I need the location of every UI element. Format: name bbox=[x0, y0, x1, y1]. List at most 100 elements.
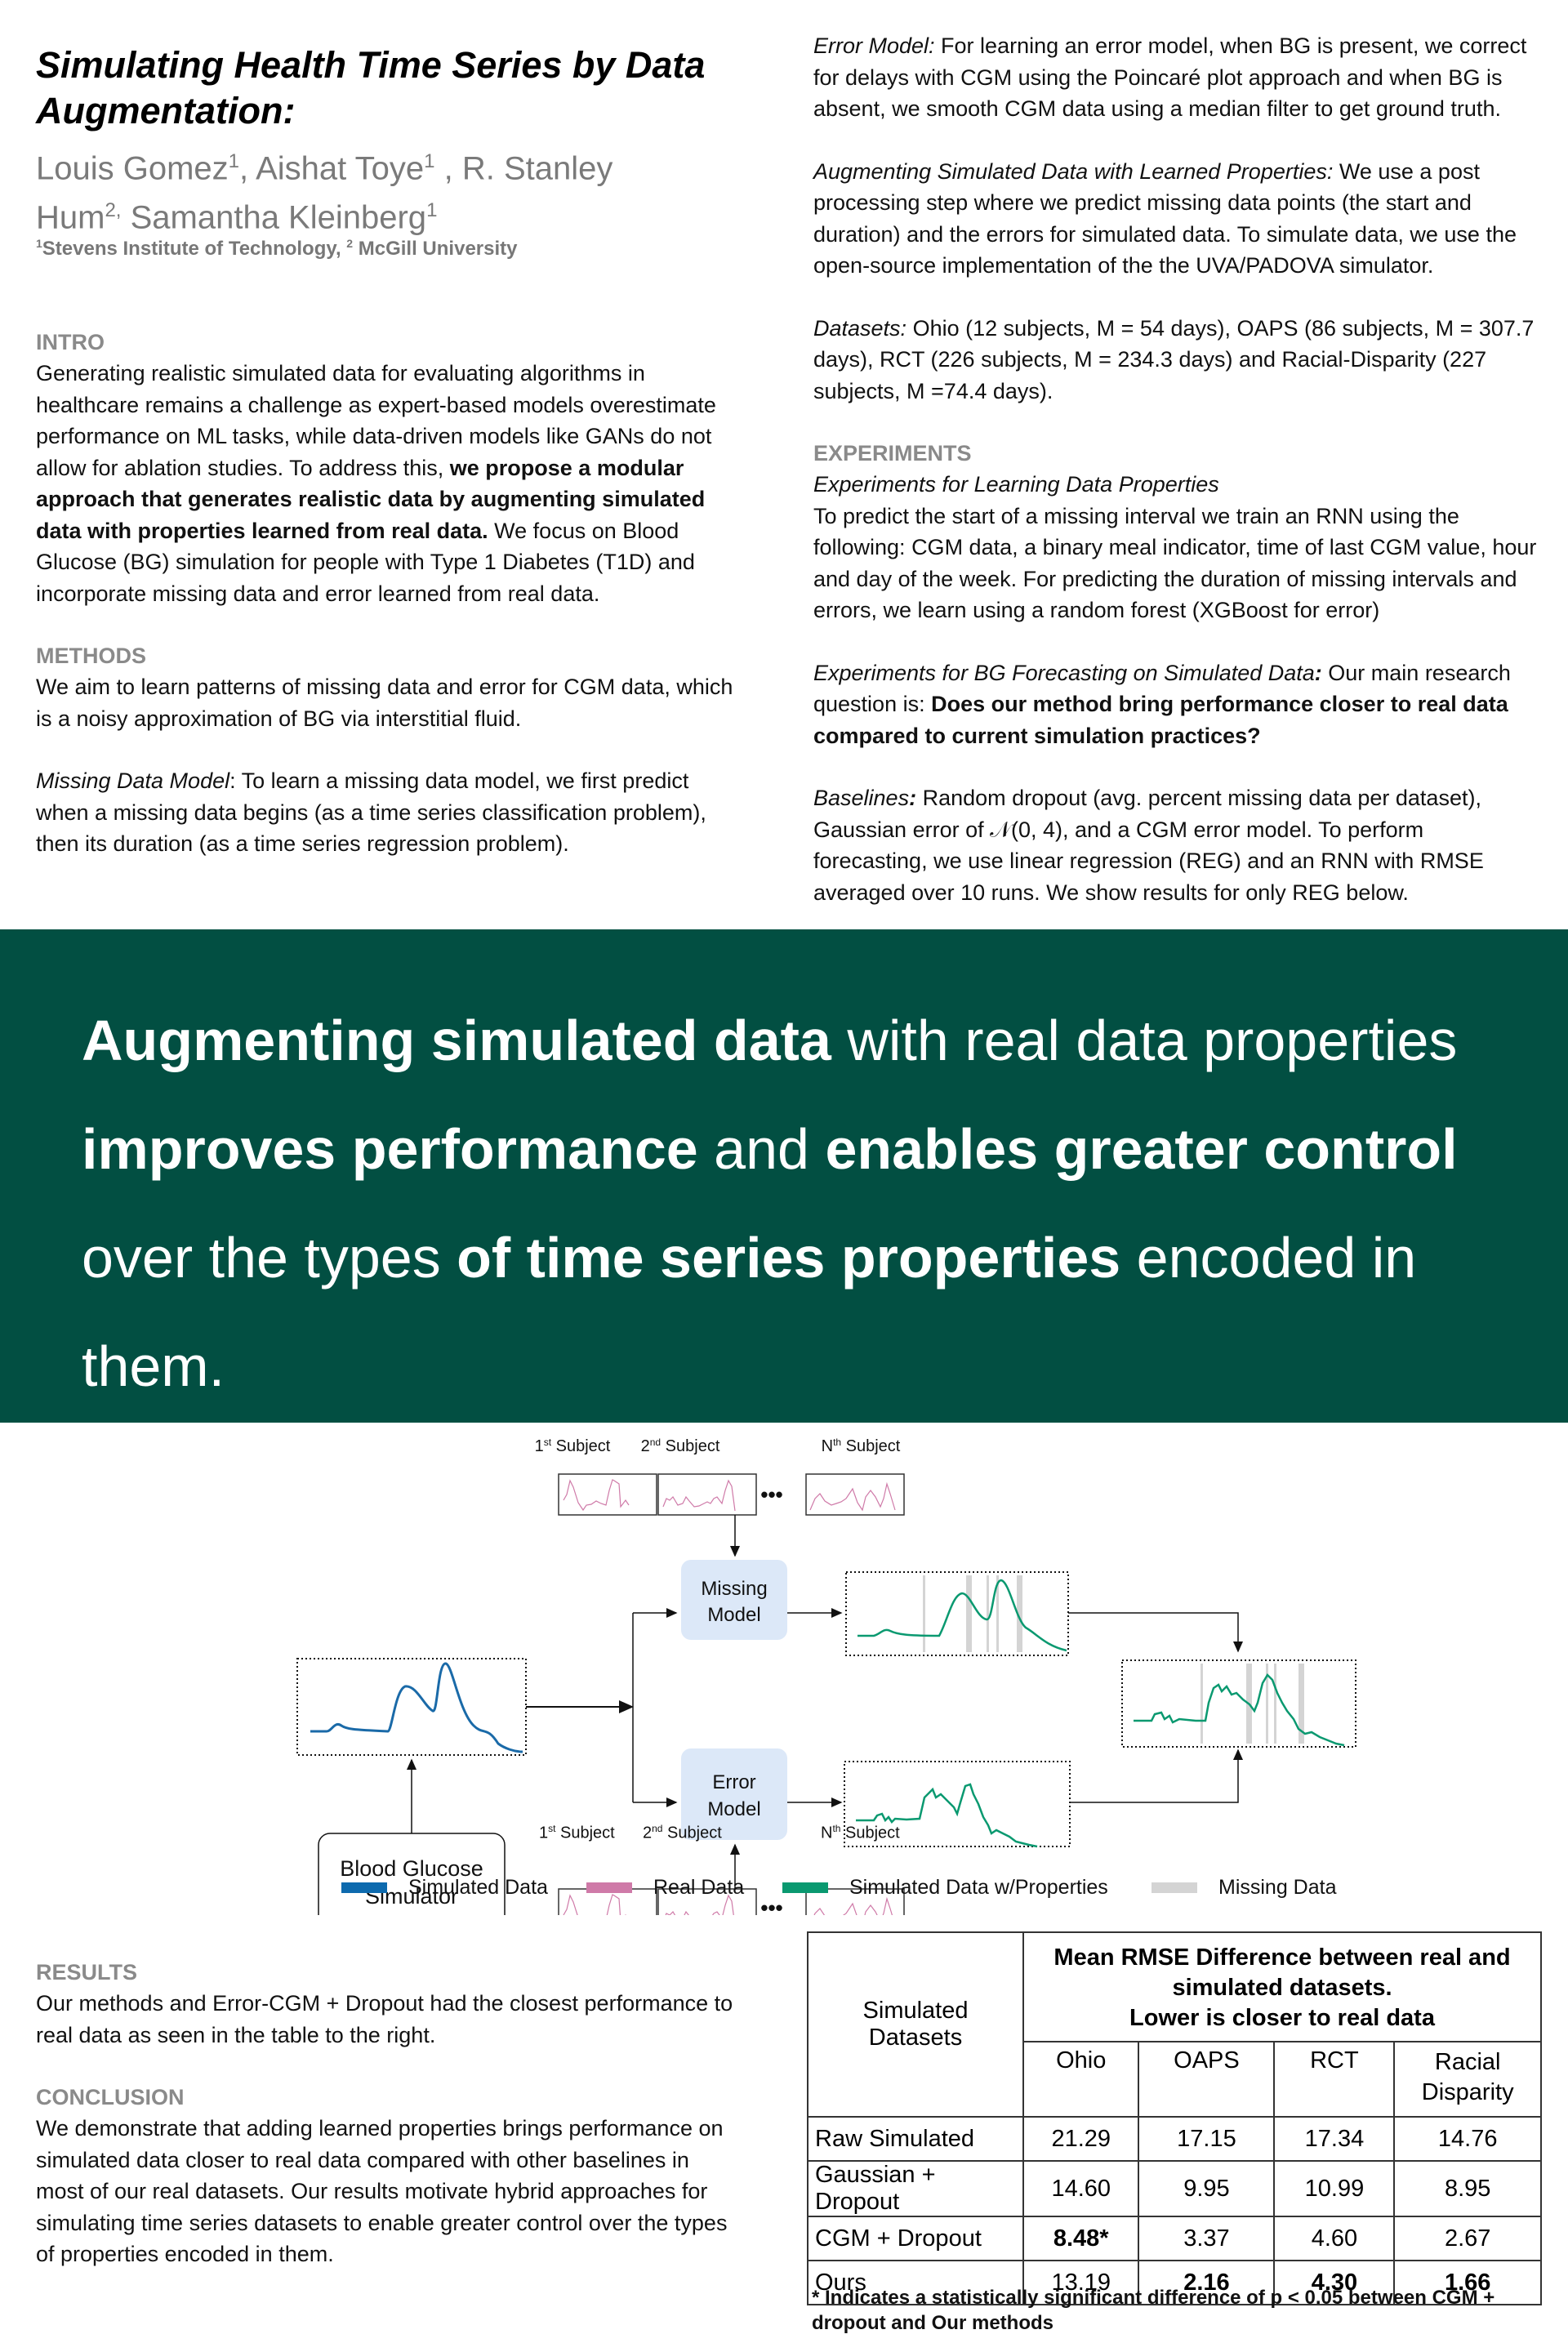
table-row: Raw Simulated 21.29 17.15 17.34 14.76 bbox=[806, 2116, 1542, 2162]
datasets-text: Datasets: Ohio (12 subjects, M = 54 days… bbox=[813, 313, 1540, 408]
subject-label-1: 1st Subject bbox=[539, 1823, 615, 1842]
row-label: CGM + Dropout bbox=[806, 2216, 1025, 2261]
intro-heading: INTRO bbox=[36, 330, 105, 354]
arrow bbox=[1070, 1748, 1243, 1803]
table-cell: 21.29 bbox=[1022, 2116, 1140, 2162]
legend-swatch-simulated bbox=[341, 1882, 387, 1893]
final-output-box bbox=[1121, 1659, 1356, 1748]
augment-label: Augmenting Simulated Data with Learned P… bbox=[813, 158, 1334, 184]
missing-model-text: Missing Data Model: To learn a missing d… bbox=[36, 765, 735, 860]
legend-swatch-real bbox=[586, 1882, 632, 1893]
subject-label-n: Nth Subject bbox=[822, 1437, 901, 1455]
legend-swatch-missing bbox=[1152, 1882, 1197, 1893]
real-data-box bbox=[558, 1473, 657, 1516]
table-cell: 10.99 bbox=[1273, 2160, 1396, 2217]
key-message-banner: Augmenting simulated data with real data… bbox=[0, 929, 1568, 1423]
error-model-label: Error bbox=[712, 1771, 755, 1793]
row-header-label: Simulated Datasets bbox=[806, 1931, 1025, 2118]
column-header: RCT bbox=[1273, 2041, 1396, 2118]
top-subject-labels: 1st Subject 2nd Subject Nth Subject bbox=[535, 1437, 901, 1455]
experiments-sub2-label: Experiments for BG Forecasting on Simula… bbox=[813, 660, 1315, 685]
missing-output-box bbox=[845, 1571, 1069, 1656]
results-column: RESULTS Our methods and Error-CGM + Drop… bbox=[36, 1957, 738, 2301]
simulated-data-trace bbox=[310, 1662, 523, 1753]
real-data-trace bbox=[813, 1896, 893, 1915]
datasets-label: Datasets: bbox=[813, 315, 907, 341]
top-real-data-boxes bbox=[558, 1473, 905, 1516]
column-header: Racial Disparity bbox=[1393, 2041, 1542, 2118]
table-cell: 4.60 bbox=[1273, 2216, 1396, 2261]
author-name: Louis Gomez bbox=[36, 150, 229, 187]
author-affiliation-marker: 2, bbox=[105, 199, 122, 222]
caption-line: Lower is closer to real data bbox=[1129, 2004, 1435, 2031]
poster-title: Simulating Health Time Series by Data Au… bbox=[36, 44, 706, 131]
subject-label-n: Nth Subject bbox=[821, 1823, 900, 1842]
legend-label: Simulated Data bbox=[408, 1876, 548, 1899]
left-column: INTRO Generating realistic simulated dat… bbox=[36, 327, 735, 891]
top-real-data-traces bbox=[563, 1479, 896, 1512]
legend-label: Real Data bbox=[653, 1876, 745, 1899]
banner-emphasis: improves performance bbox=[82, 1117, 698, 1181]
table-cell: 2.67 bbox=[1393, 2216, 1542, 2261]
column-header: OAPS bbox=[1138, 2041, 1276, 2118]
banner-emphasis: enables greater control bbox=[825, 1117, 1458, 1181]
legend-item: Simulated Data w/Properties bbox=[782, 1876, 1108, 1900]
baselines-label: Baselines bbox=[813, 786, 910, 810]
affiliation-marker: 2 bbox=[346, 237, 354, 250]
real-data-trace bbox=[563, 1479, 630, 1512]
bottom-subject-labels: 1st Subject 2nd Subject Nth Subject bbox=[278, 1823, 931, 1847]
affiliation-1: Stevens Institute of Technology, bbox=[42, 238, 341, 260]
arrow bbox=[1068, 1612, 1243, 1653]
experiments-sub1-label: Experiments for Learning Data Properties bbox=[813, 472, 1219, 497]
error-model-label: Error Model: bbox=[813, 33, 935, 58]
colon: : bbox=[909, 786, 917, 810]
baselines-text: Baselines: Random dropout (avg. percent … bbox=[813, 782, 1540, 908]
methods-heading: METHODS bbox=[36, 644, 146, 668]
banner-emphasis: Augmenting simulated data bbox=[82, 1009, 831, 1072]
table-cell: 3.37 bbox=[1138, 2216, 1276, 2261]
colon: : bbox=[1314, 660, 1322, 685]
right-column: Error Model: For learning an error model… bbox=[813, 30, 1540, 939]
subject-label-2: 2nd Subject bbox=[643, 1823, 722, 1842]
simulated-data-box bbox=[296, 1658, 527, 1756]
caption-line: simulated datasets. bbox=[1172, 1974, 1392, 2001]
rmse-results-table: Simulated Datasets Mean RMSE Difference … bbox=[806, 1931, 1542, 2305]
banner-text: and bbox=[697, 1117, 826, 1181]
banner-text: with real data properties bbox=[831, 1009, 1458, 1072]
missing-model-label: Missing Data Model bbox=[36, 768, 230, 793]
table-row: Gaussian + Dropout 14.60 9.95 10.99 8.95 bbox=[806, 2160, 1542, 2217]
affiliation-marker: 1 bbox=[36, 237, 42, 250]
subject-label-1: 1st Subject bbox=[535, 1437, 611, 1455]
real-data-trace bbox=[662, 1479, 736, 1512]
table-cell-significant: 8.48* bbox=[1022, 2216, 1140, 2261]
author-affiliation-marker: 1 bbox=[426, 199, 438, 222]
intro-text: Generating realistic simulated data for … bbox=[36, 358, 735, 609]
missing-model-label: Missing bbox=[701, 1578, 767, 1600]
author-list: Louis Gomez1, Aishat Toye1 , R. Stanley … bbox=[36, 150, 613, 236]
table-caption: Mean RMSE Difference between real and si… bbox=[1022, 1931, 1542, 2042]
methods-text: We aim to learn patterns of missing data… bbox=[36, 675, 733, 731]
real-data-box bbox=[657, 1473, 757, 1516]
column-header: Ohio bbox=[1022, 2041, 1140, 2118]
row-label: Raw Simulated bbox=[806, 2116, 1025, 2162]
conclusion-heading: CONCLUSION bbox=[36, 2085, 185, 2109]
author-affiliation-marker: 1 bbox=[424, 150, 435, 172]
ellipsis: ••• bbox=[760, 1482, 782, 1507]
table-cell: 9.95 bbox=[1138, 2160, 1276, 2217]
experiments-subheading-1: Experiments for Learning Data Properties bbox=[813, 469, 1540, 501]
missing-model-box bbox=[681, 1560, 787, 1640]
results-text: Our methods and Error-CGM + Dropout had … bbox=[36, 1991, 733, 2047]
table-cell: 17.15 bbox=[1138, 2116, 1276, 2162]
experiments-sub2-text: Experiments for BG Forecasting on Simula… bbox=[813, 657, 1540, 752]
table-cell: 8.95 bbox=[1393, 2160, 1542, 2217]
banner-emphasis: of time series properties bbox=[457, 1226, 1121, 1290]
table-row: CGM + Dropout 8.48* 3.37 4.60 2.67 bbox=[806, 2216, 1542, 2261]
table-cell: 14.60 bbox=[1022, 2160, 1140, 2217]
subject-label-2: 2nd Subject bbox=[641, 1437, 720, 1455]
experiments-heading: EXPERIMENTS bbox=[813, 441, 972, 466]
caption-line: Mean RMSE Difference between real and bbox=[1054, 1944, 1511, 1971]
table-footnote: * Indicates a statistically significant … bbox=[812, 2287, 1495, 2334]
author-name: Samantha Kleinberg bbox=[130, 199, 427, 236]
author-name: Aishat Toye bbox=[256, 150, 425, 187]
table-cell: 14.76 bbox=[1393, 2116, 1542, 2162]
